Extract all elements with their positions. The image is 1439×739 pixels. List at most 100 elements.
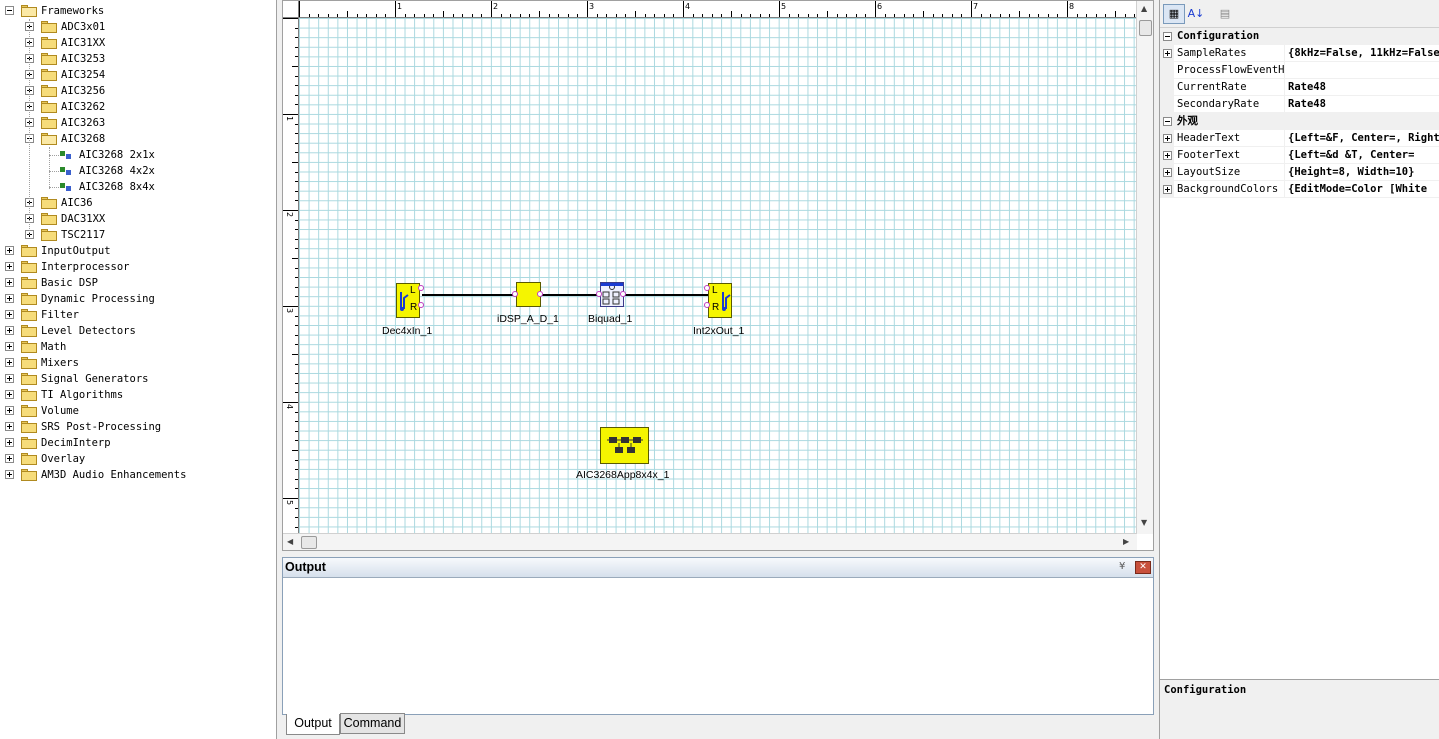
tree-item[interactable]: Math: [0, 339, 276, 355]
port-biquad-out[interactable]: [620, 291, 626, 297]
expand-icon[interactable]: [5, 438, 14, 447]
property-row[interactable]: ProcessFlowEventHandler: [1160, 62, 1439, 79]
tree-item[interactable]: AIC3268 8x4x: [0, 179, 276, 195]
tree-item[interactable]: AIC3268: [0, 131, 276, 147]
port-dec4xin-out-top[interactable]: [418, 285, 424, 291]
expand-icon[interactable]: [1163, 185, 1172, 194]
tree-item[interactable]: AIC3262: [0, 99, 276, 115]
collapse-icon[interactable]: [1163, 32, 1172, 41]
expand-icon[interactable]: [5, 310, 14, 319]
canvas-horizontal-thumb[interactable]: [301, 536, 317, 549]
expand-icon[interactable]: [5, 278, 14, 287]
pin-icon[interactable]: ¥: [1119, 561, 1125, 572]
property-value[interactable]: {Height=8, Width=10}: [1288, 164, 1439, 180]
expand-icon[interactable]: [5, 326, 14, 335]
tree-item[interactable]: Volume: [0, 403, 276, 419]
scroll-left-arrow-icon[interactable]: ◀: [287, 537, 293, 546]
tree-item[interactable]: Signal Generators: [0, 371, 276, 387]
property-row[interactable]: SampleRates {8kHz=False, 11kHz=False: [1160, 45, 1439, 62]
canvas-vertical-thumb[interactable]: [1139, 20, 1152, 36]
expand-icon[interactable]: [1163, 134, 1172, 143]
port-idsp-out[interactable]: [537, 291, 543, 297]
expand-icon[interactable]: [5, 422, 14, 431]
design-canvas-area[interactable]: 12345678 12345 L R Dec4xIn_1 iDSP_A_D_1 …: [282, 0, 1154, 551]
property-category[interactable]: Configuration: [1160, 28, 1439, 45]
property-row[interactable]: FooterText {Left=&d &T, Center=: [1160, 147, 1439, 164]
tree-item[interactable]: AIC31XX: [0, 35, 276, 51]
tree-item[interactable]: TSC2117: [0, 227, 276, 243]
component-tree-panel[interactable]: Frameworks ADC3x01 AIC31XX AIC3253 AIC3254 AI…: [0, 0, 277, 739]
tree-item[interactable]: DAC31XX: [0, 211, 276, 227]
expand-icon[interactable]: [1163, 49, 1172, 58]
property-row[interactable]: LayoutSize {Height=8, Width=10}: [1160, 164, 1439, 181]
scroll-up-arrow-icon[interactable]: ▲: [1141, 4, 1147, 13]
tree-item[interactable]: InputOutput: [0, 243, 276, 259]
tree-item[interactable]: Mixers: [0, 355, 276, 371]
block-dec4xin[interactable]: L R: [396, 283, 420, 318]
expand-icon[interactable]: [5, 262, 14, 271]
property-row[interactable]: SecondaryRate Rate48: [1160, 96, 1439, 113]
collapse-icon[interactable]: [5, 6, 14, 15]
canvas-horizontal-scrollbar[interactable]: ◀ ▶: [283, 533, 1137, 550]
property-value[interactable]: Rate48: [1288, 96, 1439, 112]
expand-icon[interactable]: [5, 390, 14, 399]
collapse-icon[interactable]: [1163, 117, 1172, 126]
property-value[interactable]: Rate48: [1288, 79, 1439, 95]
expand-icon[interactable]: [5, 374, 14, 383]
tree-item[interactable]: AIC36: [0, 195, 276, 211]
expand-icon[interactable]: [5, 358, 14, 367]
tree-item[interactable]: AIC3256: [0, 83, 276, 99]
tree-item[interactable]: Filter: [0, 307, 276, 323]
output-panel[interactable]: Output ¥ ✕: [282, 557, 1154, 715]
tree-item[interactable]: Frameworks: [0, 3, 276, 19]
wire-biquad-to-int[interactable]: [623, 294, 708, 296]
property-category[interactable]: 外观: [1160, 113, 1439, 130]
tree-item[interactable]: Overlay: [0, 451, 276, 467]
property-row[interactable]: HeaderText {Left=&F, Center=, Right: [1160, 130, 1439, 147]
close-output-button[interactable]: ✕: [1135, 561, 1151, 574]
property-row[interactable]: CurrentRate Rate48: [1160, 79, 1439, 96]
expand-icon[interactable]: [5, 342, 14, 351]
property-value[interactable]: {Left=&F, Center=, Right: [1288, 130, 1439, 146]
port-int2xout-in-top[interactable]: [704, 285, 710, 291]
expand-icon[interactable]: [5, 470, 14, 479]
property-value[interactable]: {Left=&d &T, Center=: [1288, 147, 1439, 163]
design-grid[interactable]: L R Dec4xIn_1 iDSP_A_D_1 Biquad_1 L R In…: [299, 18, 1137, 534]
port-idsp-in[interactable]: [512, 291, 518, 297]
alphabetical-sort-button[interactable]: A↓: [1185, 4, 1207, 24]
tree-item[interactable]: DecimInterp: [0, 435, 276, 451]
tree-item[interactable]: Level Detectors: [0, 323, 276, 339]
scroll-right-arrow-icon[interactable]: ▶: [1123, 537, 1129, 546]
categorized-view-button[interactable]: ▦: [1163, 4, 1185, 24]
expand-icon[interactable]: [5, 406, 14, 415]
tree-item[interactable]: Interprocessor: [0, 259, 276, 275]
tree-item[interactable]: AIC3268 2x1x: [0, 147, 276, 163]
tree-item[interactable]: Basic DSP: [0, 275, 276, 291]
scroll-down-arrow-icon[interactable]: ▼: [1141, 518, 1147, 527]
block-int2xout[interactable]: L R: [708, 283, 732, 318]
property-row[interactable]: BackgroundColors {EditMode=Color [White: [1160, 181, 1439, 198]
property-value[interactable]: {8kHz=False, 11kHz=False: [1288, 45, 1439, 61]
tree-item[interactable]: AIC3263: [0, 115, 276, 131]
port-dec4xin-out-bottom[interactable]: [418, 302, 424, 308]
tree-item[interactable]: AIC3253: [0, 51, 276, 67]
expand-icon[interactable]: [1163, 151, 1172, 160]
canvas-vertical-scrollbar[interactable]: ▲ ▼: [1136, 1, 1153, 534]
tree-item[interactable]: Dynamic Processing: [0, 291, 276, 307]
property-pages-button[interactable]: ▤: [1214, 4, 1236, 24]
block-app[interactable]: [600, 427, 649, 464]
tree-item[interactable]: ADC3x01: [0, 19, 276, 35]
tree-item[interactable]: AM3D Audio Enhancements: [0, 467, 276, 483]
tree-item[interactable]: AIC3254: [0, 67, 276, 83]
expand-icon[interactable]: [5, 246, 14, 255]
port-int2xout-in-bottom[interactable]: [704, 302, 710, 308]
tab-command[interactable]: Command: [340, 713, 405, 734]
port-biquad-in[interactable]: [596, 291, 602, 297]
expand-icon[interactable]: [1163, 168, 1172, 177]
tab-output[interactable]: Output: [286, 714, 340, 735]
tree-item[interactable]: SRS Post-Processing: [0, 419, 276, 435]
tree-item[interactable]: TI Algorithms: [0, 387, 276, 403]
expand-icon[interactable]: [5, 294, 14, 303]
tree-item[interactable]: AIC3268 4x2x: [0, 163, 276, 179]
property-value[interactable]: {EditMode=Color [White: [1288, 181, 1439, 197]
